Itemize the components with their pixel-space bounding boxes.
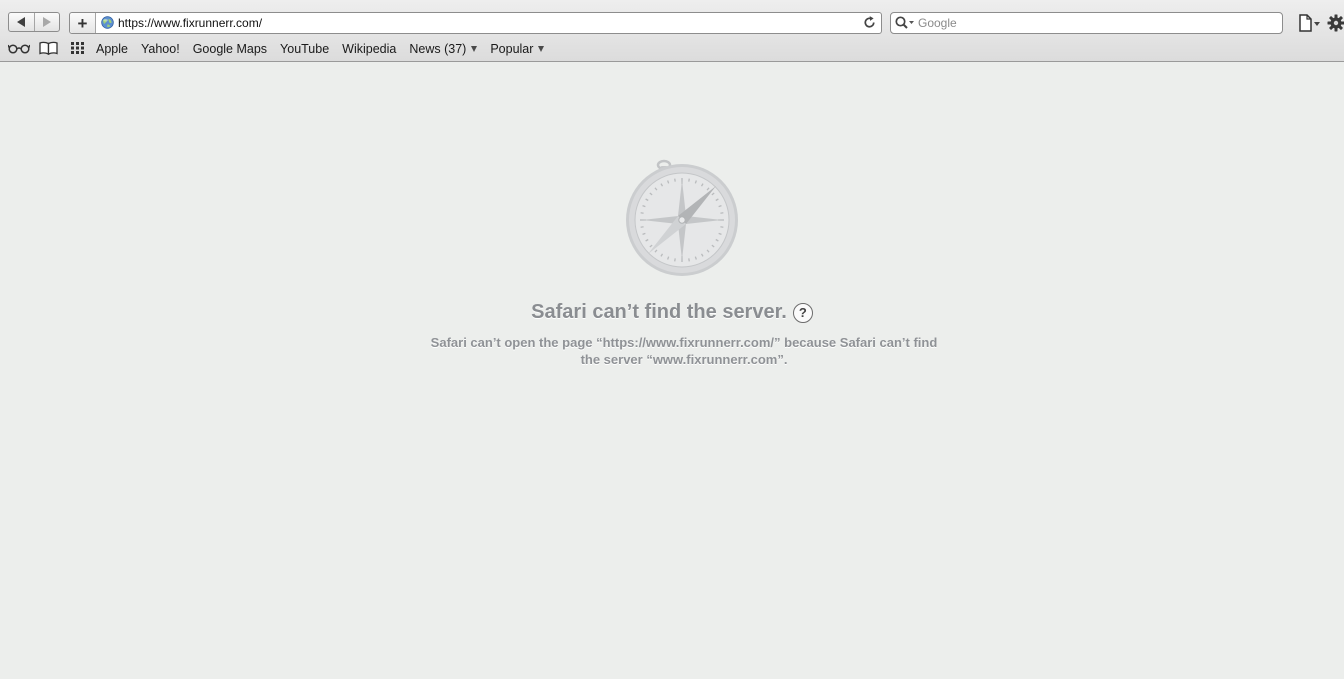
chevron-down-icon [471, 46, 478, 52]
bookmark-folder-popular[interactable]: Popular [487, 42, 547, 56]
compass-icon [626, 159, 738, 276]
gear-icon[interactable] [1327, 14, 1344, 32]
navigation-buttons [8, 12, 60, 32]
address-bar[interactable]: + https://www.fixrunnerr.com/ [69, 12, 882, 34]
bookmark-label: YouTube [280, 42, 330, 56]
bookmarks-bar: Apple Yahoo! Google Maps YouTube Wikiped… [93, 41, 554, 57]
globe-icon [101, 16, 114, 29]
forward-button[interactable] [33, 13, 60, 31]
bookmark-label: Google Maps [192, 42, 268, 56]
bookmark-apple[interactable]: Apple [93, 42, 131, 56]
search-field[interactable] [890, 12, 1283, 34]
url-text[interactable]: https://www.fixrunnerr.com/ [118, 16, 262, 30]
reload-icon[interactable] [862, 15, 877, 30]
add-bookmark-button[interactable]: + [70, 13, 96, 33]
magnifier-icon[interactable] [894, 15, 916, 31]
search-input[interactable] [918, 14, 1273, 32]
bookmark-label: Apple [96, 42, 128, 56]
page-content: Safari can’t find the server.? Safari ca… [0, 62, 1344, 679]
bookmark-wikipedia[interactable]: Wikipedia [339, 42, 399, 56]
browser-window: + https://www.fixrunnerr.com/ Google App… [0, 0, 1344, 679]
forward-arrow-icon [42, 17, 51, 27]
help-button[interactable]: ? [792, 302, 813, 323]
chevron-down-icon [538, 46, 545, 52]
bookmark-google-maps[interactable]: Google Maps [190, 42, 270, 56]
page-icon[interactable] [1298, 14, 1322, 32]
error-message: Safari can’t open the page “https://www.… [430, 335, 938, 367]
bookmark-label: Wikipedia [342, 42, 397, 56]
glasses-icon[interactable] [8, 41, 30, 55]
error-title-row: Safari can’t find the server.? [0, 301, 1344, 324]
bookmark-label: News (37) [409, 42, 467, 56]
back-arrow-icon [17, 17, 26, 27]
error-title: Safari can’t find the server. [531, 301, 787, 323]
back-button[interactable] [9, 13, 34, 31]
bookmark-folder-news[interactable]: News (37) [406, 42, 480, 56]
toolbar: + https://www.fixrunnerr.com/ Google App… [0, 0, 1344, 62]
open-book-icon[interactable] [39, 41, 58, 55]
bookmark-yahoo[interactable]: Yahoo! [138, 42, 183, 56]
grid-icon[interactable] [70, 41, 86, 55]
bookmark-youtube[interactable]: YouTube [277, 42, 332, 56]
bookmark-label: Popular [490, 42, 534, 56]
bookmark-label: Yahoo! [140, 42, 180, 56]
